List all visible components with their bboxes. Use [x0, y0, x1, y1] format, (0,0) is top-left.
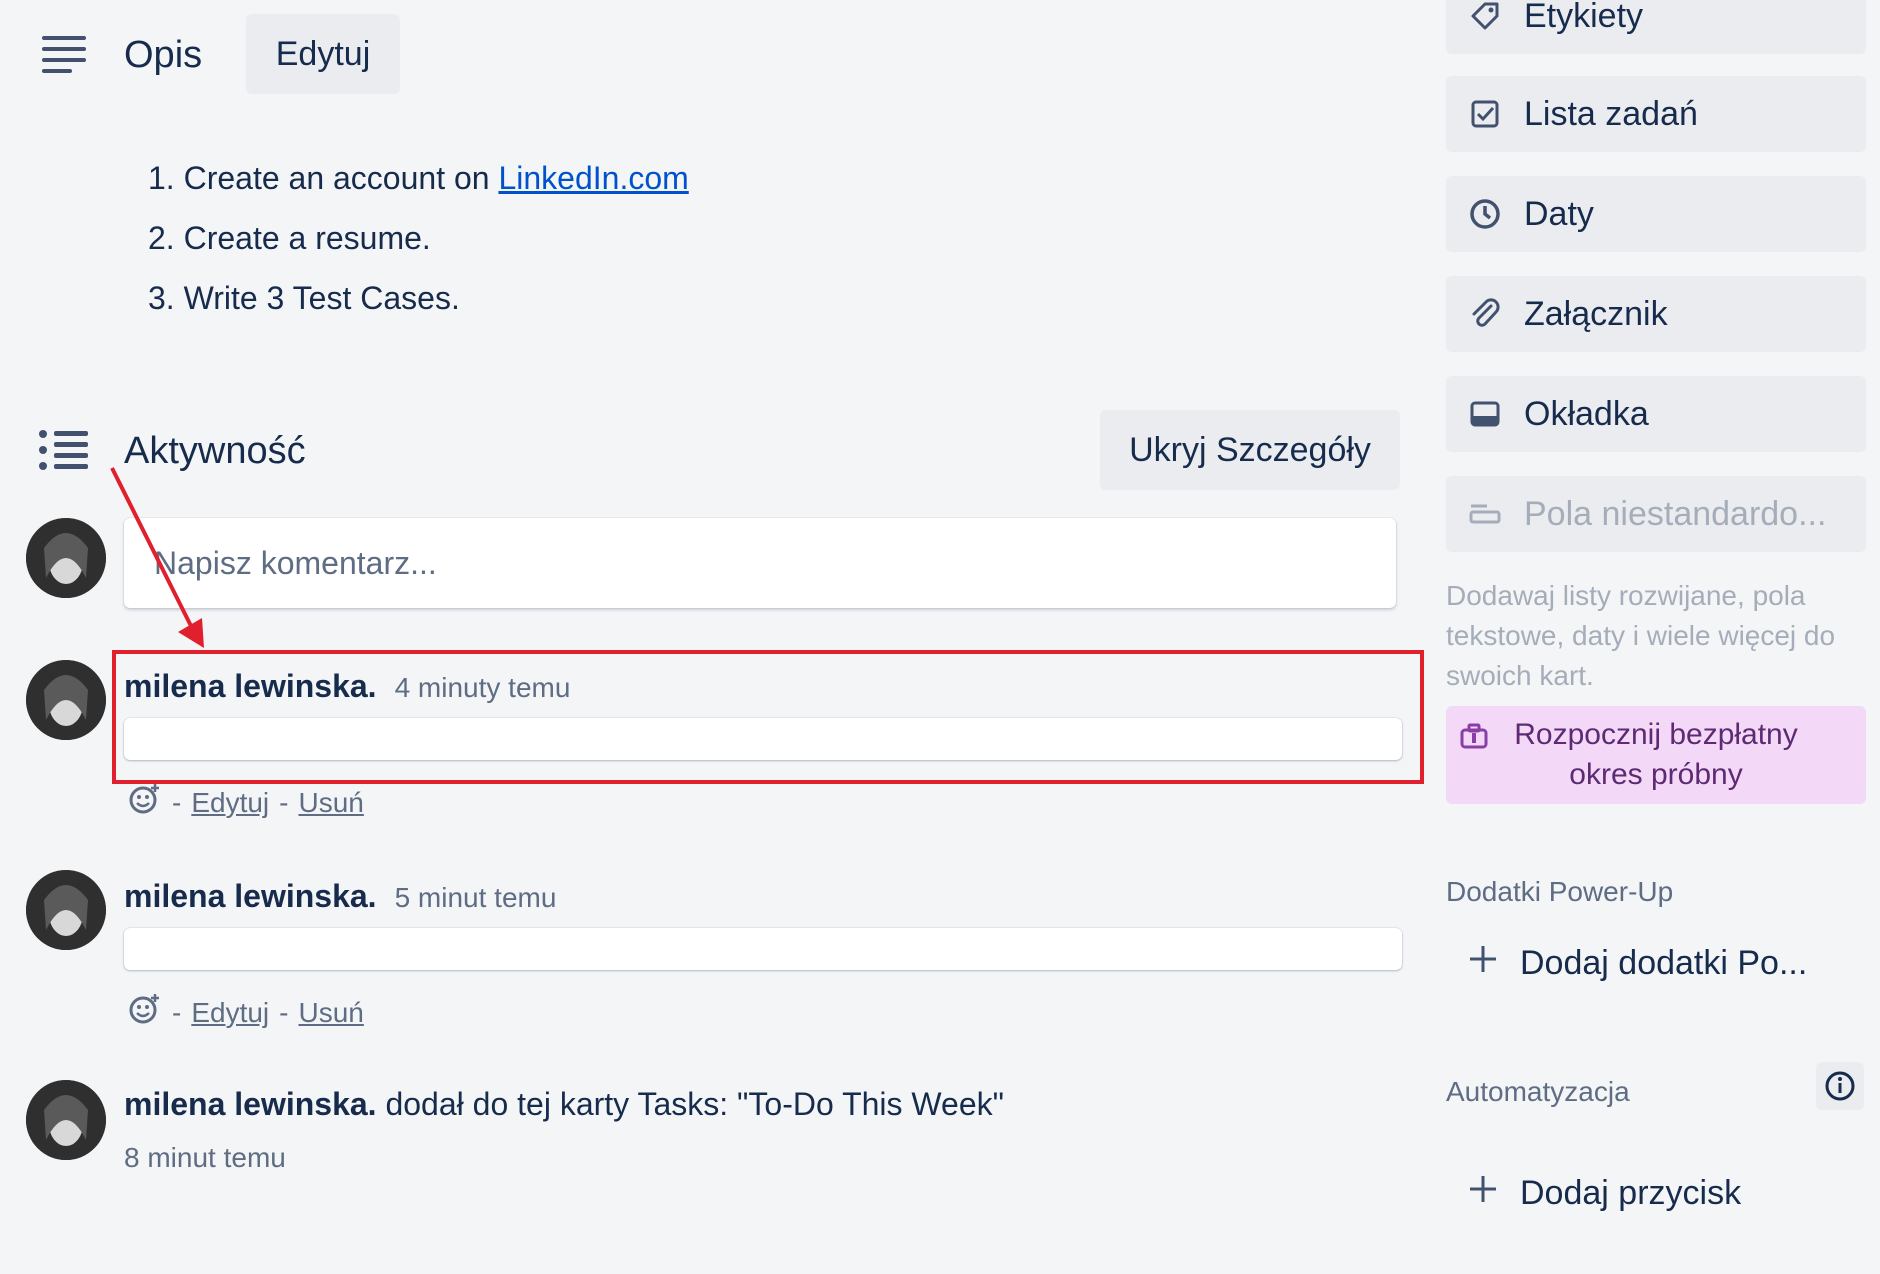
dates-button[interactable]: Daty: [1446, 176, 1866, 252]
delete-comment-link[interactable]: Usuń: [298, 997, 363, 1029]
annotation-arrow: [110, 467, 204, 648]
paperclip-icon: [1468, 297, 1502, 331]
cover-button[interactable]: Okładka: [1446, 376, 1866, 452]
add-reaction-icon[interactable]: [128, 782, 162, 823]
delete-comment-link[interactable]: Usuń: [298, 787, 363, 819]
powerups-heading: Dodatki Power-Up: [1446, 876, 1674, 907]
event-text: dodał do tej karty Tasks: "To-Do This We…: [385, 1086, 1004, 1122]
activity-icon: [38, 428, 90, 477]
plus-icon: [1468, 1174, 1498, 1213]
comment-actions: - Edytuj - Usuń: [128, 782, 364, 823]
comment-body[interactable]: [124, 928, 1402, 970]
add-powerups-button[interactable]: Dodaj dodatki Po...: [1468, 944, 1807, 983]
edit-comment-link[interactable]: Edytuj: [191, 787, 269, 819]
action-separator: -: [172, 996, 182, 1028]
custom-fields-icon: [1468, 497, 1502, 531]
avatar: [26, 870, 106, 950]
add-reaction-icon[interactable]: [128, 992, 162, 1033]
comment-header: milena lewinska. 5 minut temu: [124, 878, 556, 915]
label-icon: [1468, 0, 1502, 33]
checklist-icon: [1468, 97, 1502, 131]
description-icon: [40, 34, 88, 79]
custom-fields-button[interactable]: Pola niestandardo...: [1446, 476, 1866, 552]
highlight-rectangle: [112, 650, 1424, 784]
edit-comment-link[interactable]: Edytuj: [191, 997, 269, 1029]
start-trial-button[interactable]: Rozpocznij bezpłatny okres próbny: [1446, 706, 1866, 804]
cover-icon: [1468, 397, 1502, 431]
hide-details-button[interactable]: Ukryj Szczegóły: [1100, 410, 1400, 490]
avatar: [26, 518, 106, 598]
action-separator: -: [279, 996, 289, 1028]
labels-button[interactable]: Etykiety: [1446, 0, 1866, 54]
briefcase-icon: [1460, 720, 1488, 760]
clock-icon: [1468, 197, 1502, 231]
activity-event: milena lewinska. dodał do tej karty Task…: [124, 1086, 1004, 1123]
comment-time[interactable]: 5 minut temu: [395, 882, 557, 914]
comment-author[interactable]: milena lewinska.: [124, 878, 377, 915]
description-item-1: 1. Create an account on LinkedIn.com: [148, 160, 689, 196]
automation-heading: Automatyzacja: [1446, 1076, 1630, 1107]
plus-icon: [1468, 944, 1498, 983]
attachment-button[interactable]: Załącznik: [1446, 276, 1866, 352]
description-item-3: 3. Write 3 Test Cases.: [148, 280, 460, 316]
event-author[interactable]: milena lewinska.: [124, 1086, 377, 1122]
custom-fields-note: Dodawaj listy rozwijane, pola tekstowe, …: [1446, 580, 1836, 691]
avatar: [26, 1080, 106, 1160]
event-time[interactable]: 8 minut temu: [124, 1142, 286, 1174]
checklist-button[interactable]: Lista zadań: [1446, 76, 1866, 152]
action-separator: -: [279, 786, 289, 818]
action-separator: -: [172, 786, 182, 818]
avatar: [26, 660, 106, 740]
description-title: Opis: [124, 34, 203, 76]
add-button-button[interactable]: Dodaj przycisk: [1468, 1174, 1741, 1213]
linkedin-link[interactable]: LinkedIn.com: [498, 160, 688, 196]
edit-description-button[interactable]: Edytuj: [246, 14, 400, 94]
comment-actions: - Edytuj - Usuń: [128, 992, 364, 1033]
comment-input[interactable]: Napisz komentarz...: [124, 518, 1396, 608]
description-item-2: 2. Create a resume.: [148, 220, 431, 256]
info-icon[interactable]: [1816, 1062, 1864, 1110]
